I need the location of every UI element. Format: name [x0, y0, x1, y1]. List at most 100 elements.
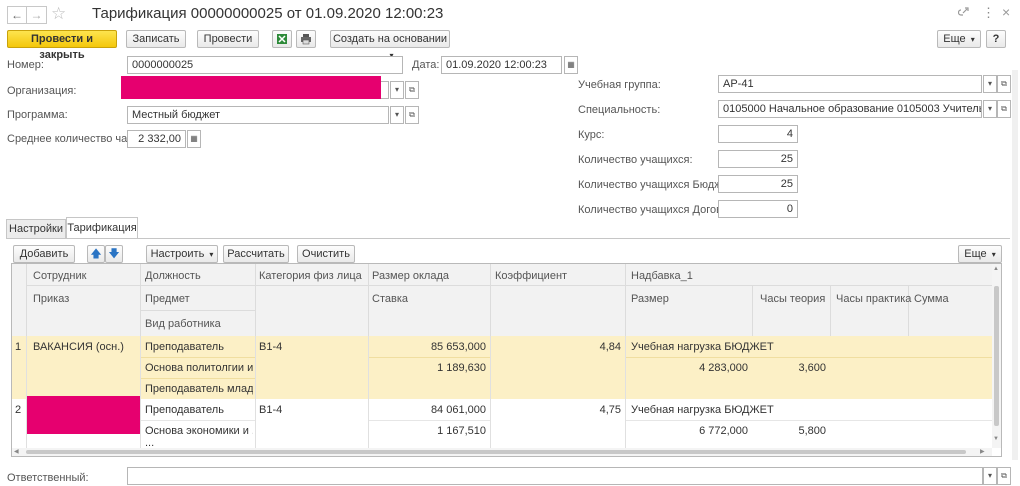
- open-link-icon[interactable]: ⧉: [997, 467, 1011, 485]
- col-sum[interactable]: Сумма: [914, 293, 949, 305]
- cell-salary[interactable]: 85 653,000: [370, 341, 486, 353]
- program-field[interactable]: Местный бюджет: [127, 106, 389, 124]
- col-order[interactable]: Приказ: [33, 293, 69, 305]
- cell-salary[interactable]: 84 061,000: [370, 404, 486, 416]
- chevron-down-icon[interactable]: ▾: [390, 106, 404, 124]
- specialty-field[interactable]: 0105000 Начальное образование 0105003 Уч…: [718, 100, 982, 118]
- scroll-thumb[interactable]: [26, 450, 966, 454]
- more-button[interactable]: Еще ▾: [937, 30, 981, 48]
- save-button[interactable]: Записать: [126, 30, 186, 48]
- nav-back-button[interactable]: ←: [7, 6, 27, 24]
- page-scrollbar[interactable]: [1012, 70, 1018, 460]
- move-down-icon[interactable]: 🡇: [105, 245, 123, 263]
- more-label: Еще: [943, 33, 966, 45]
- group-label: Учебная группа:: [578, 79, 661, 91]
- students-budget-label: Количество учащихся Бюджет:: [578, 179, 736, 191]
- cell-position[interactable]: Преподаватель: [145, 341, 253, 353]
- col-category[interactable]: Категория физ лица: [259, 270, 362, 282]
- tarification-table[interactable]: Сотрудник Приказ Должность Предмет Вид р…: [11, 263, 1002, 457]
- link-icon[interactable]: [957, 6, 970, 21]
- cell-category[interactable]: В1-4: [259, 404, 282, 416]
- cell-subject[interactable]: Основа политолгии и...: [145, 362, 253, 374]
- col-coef[interactable]: Коэффициент: [495, 270, 567, 282]
- students-label: Количество учащихся:: [578, 154, 693, 166]
- cell-hours-theory[interactable]: 3,600: [754, 362, 826, 374]
- tab-tarification[interactable]: Тарификация: [66, 217, 138, 239]
- open-link-icon[interactable]: ⧉: [405, 106, 419, 124]
- calculator-icon[interactable]: ▦: [187, 130, 201, 148]
- cell-employee[interactable]: ВАКАНСИЯ (осн.): [33, 341, 138, 353]
- course-field[interactable]: 4: [718, 125, 798, 143]
- col-salary[interactable]: Размер оклада: [372, 270, 449, 282]
- chevron-down-icon[interactable]: ▾: [983, 467, 997, 485]
- scroll-left-icon[interactable]: ◀: [14, 448, 19, 455]
- col-surcharge[interactable]: Надбавка_1: [631, 270, 693, 282]
- cell-coef[interactable]: 4,75: [492, 404, 621, 416]
- scroll-up-icon[interactable]: ▲: [993, 266, 999, 272]
- cell-category[interactable]: В1-4: [259, 341, 282, 353]
- help-button[interactable]: ?: [986, 30, 1006, 48]
- avg-hours-field[interactable]: 2 332,00: [127, 130, 186, 148]
- chevron-down-icon[interactable]: ▾: [983, 100, 997, 118]
- open-link-icon[interactable]: ⧉: [997, 75, 1011, 93]
- number-field[interactable]: 0000000025: [127, 56, 403, 74]
- cell-hours-theory[interactable]: 5,800: [754, 425, 826, 437]
- calendar-icon[interactable]: ▦: [564, 56, 578, 74]
- configure-button[interactable]: Настроить ▾: [146, 245, 218, 263]
- students-contract-field[interactable]: 0: [718, 200, 798, 218]
- tab-settings[interactable]: Настройки: [6, 219, 66, 238]
- open-link-icon[interactable]: ⧉: [997, 100, 1011, 118]
- col-size[interactable]: Размер: [631, 293, 669, 305]
- nav-forward-button[interactable]: →: [27, 6, 47, 24]
- calculate-button[interactable]: Рассчитать: [223, 245, 289, 263]
- cell-size[interactable]: 6 772,000: [627, 425, 748, 437]
- organization-label: Организация:: [7, 85, 77, 97]
- table-more-button[interactable]: Еще ▾: [958, 245, 1002, 263]
- scroll-right-icon[interactable]: ▶: [980, 448, 985, 455]
- open-link-icon[interactable]: ⧉: [405, 81, 419, 99]
- col-employee[interactable]: Сотрудник: [33, 270, 86, 282]
- date-field[interactable]: 01.09.2020 12:00:23: [441, 56, 562, 74]
- chevron-down-icon[interactable]: ▾: [390, 81, 404, 99]
- move-up-icon[interactable]: 🡅: [87, 245, 105, 263]
- cell-worker-type[interactable]: Преподаватель млад...: [145, 383, 253, 395]
- close-icon[interactable]: ×: [1002, 4, 1010, 20]
- col-subject[interactable]: Предмет: [145, 293, 190, 305]
- responsible-label: Ответственный:: [7, 472, 89, 484]
- redacted-block: [27, 396, 140, 434]
- add-button[interactable]: Добавить: [13, 245, 75, 263]
- row-number: 2: [15, 404, 22, 416]
- responsible-field[interactable]: [127, 467, 983, 485]
- col-position[interactable]: Должность: [145, 270, 201, 282]
- excel-icon[interactable]: [272, 30, 292, 48]
- cell-coef[interactable]: 4,84: [492, 341, 621, 353]
- favorite-star-icon[interactable]: ☆: [51, 4, 66, 24]
- students-budget-field[interactable]: 25: [718, 175, 798, 193]
- students-field[interactable]: 25: [718, 150, 798, 168]
- cell-worker-type[interactable]: ...: [145, 440, 253, 448]
- more-menu-icon[interactable]: ⋮: [982, 5, 995, 21]
- col-hours-practice[interactable]: Часы практика: [836, 293, 911, 305]
- table-horizontal-scrollbar[interactable]: ◀ ▶: [12, 448, 992, 456]
- scroll-thumb[interactable]: [994, 286, 999, 426]
- post-button[interactable]: Провести: [197, 30, 259, 48]
- clear-button[interactable]: Очистить: [297, 245, 355, 263]
- cell-surcharge[interactable]: Учебная нагрузка БЮДЖЕТ: [631, 404, 774, 416]
- cell-subject[interactable]: Основа экономики и ...: [145, 425, 253, 437]
- col-hours-theory[interactable]: Часы теория: [760, 293, 825, 305]
- chevron-down-icon[interactable]: ▾: [983, 75, 997, 93]
- create-based-on-button[interactable]: Создать на основании ▾: [330, 30, 450, 60]
- chevron-down-icon: ▾: [970, 35, 975, 44]
- group-field[interactable]: АР-41: [718, 75, 982, 93]
- cell-rate[interactable]: 1 189,630: [370, 362, 486, 374]
- post-and-close-button[interactable]: Провести и закрыть: [7, 30, 117, 61]
- col-rate[interactable]: Ставка: [372, 293, 408, 305]
- cell-rate[interactable]: 1 167,510: [370, 425, 486, 437]
- col-worker-type[interactable]: Вид работника: [145, 318, 221, 330]
- scroll-down-icon[interactable]: ▼: [993, 436, 999, 442]
- table-vertical-scrollbar[interactable]: ▲ ▼: [992, 264, 1001, 448]
- print-icon[interactable]: [296, 30, 316, 48]
- cell-surcharge[interactable]: Учебная нагрузка БЮДЖЕТ: [631, 341, 774, 353]
- cell-position[interactable]: Преподаватель: [145, 404, 253, 416]
- cell-size[interactable]: 4 283,000: [627, 362, 748, 374]
